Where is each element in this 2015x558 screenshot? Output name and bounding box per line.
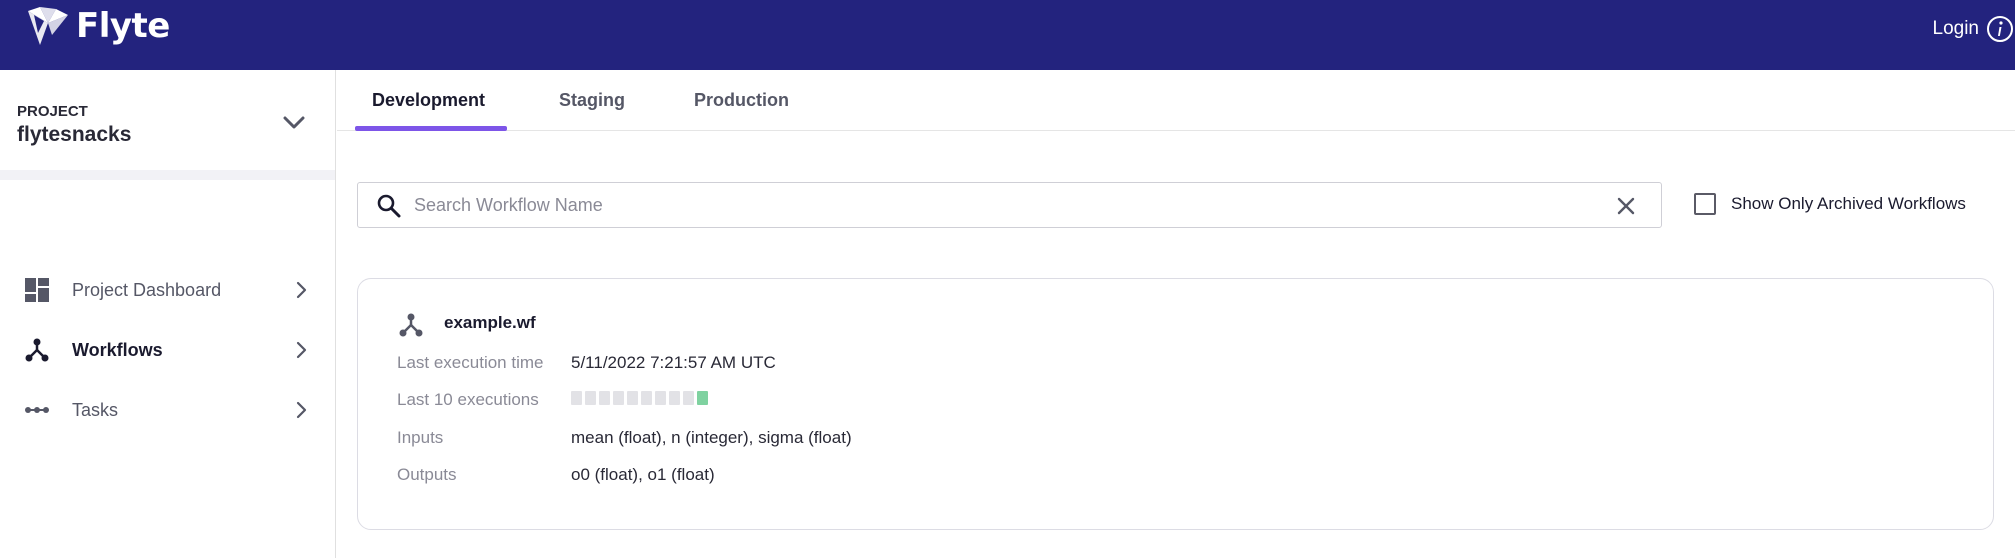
workflow-icon <box>25 338 49 362</box>
flyte-logo[interactable]: Flyte <box>26 5 170 47</box>
last-executions-label: Last 10 executions <box>397 390 539 409</box>
outputs-label: Outputs <box>397 465 457 484</box>
archived-filter[interactable]: Show Only Archived Workflows <box>1694 193 1966 215</box>
execution-history <box>571 391 711 405</box>
inputs-value: mean (float), n (integer), sigma (float) <box>571 428 852 447</box>
sidebar-item-project-dashboard[interactable]: Project Dashboard <box>0 260 335 320</box>
workflow-card[interactable]: example.wf Last execution time 5/11/2022… <box>357 278 1994 530</box>
chevron-down-icon[interactable] <box>281 110 307 136</box>
inputs-label: Inputs <box>397 428 444 447</box>
execution-status-bar <box>585 391 596 405</box>
archived-checkbox[interactable] <box>1694 193 1716 215</box>
sidebar-item-tasks[interactable]: Tasks <box>0 380 335 440</box>
sidebar-item-label: Tasks <box>72 399 119 420</box>
sidebar: PROJECT flytesnacks Project Dashboard Wo… <box>0 70 336 558</box>
archived-checkbox-label: Show Only Archived Workflows <box>1731 194 1966 213</box>
top-navigation-bar: Flyte Login <box>0 0 2015 70</box>
project-name: flytesnacks <box>17 123 132 146</box>
info-icon <box>1987 16 2013 42</box>
search-icon <box>377 194 401 218</box>
close-icon[interactable] <box>1613 193 1639 219</box>
login-button[interactable]: Login <box>1933 14 2015 44</box>
domain-tabs: Development Staging Production <box>337 70 2015 131</box>
execution-status-bar <box>655 391 666 405</box>
project-label: PROJECT <box>17 103 88 120</box>
workflow-icon <box>399 313 423 337</box>
chevron-right-icon <box>296 341 307 359</box>
project-selector[interactable]: PROJECT flytesnacks <box>0 70 335 180</box>
execution-status-bar <box>613 391 624 405</box>
execution-status-bar <box>669 391 680 405</box>
outputs-value: o0 (float), o1 (float) <box>571 465 715 484</box>
brand-name: Flyte <box>76 6 170 46</box>
execution-status-bar <box>641 391 652 405</box>
tab-staging[interactable]: Staging <box>559 90 625 111</box>
dashboard-icon <box>25 278 49 302</box>
chevron-right-icon <box>296 281 307 299</box>
chevron-right-icon <box>296 401 307 419</box>
workflow-name[interactable]: example.wf <box>444 313 536 333</box>
last-execution-label: Last execution time <box>397 353 544 372</box>
execution-status-bar <box>599 391 610 405</box>
sidebar-item-label: Project Dashboard <box>72 279 222 300</box>
active-tab-indicator <box>355 126 507 131</box>
last-execution-value: 5/11/2022 7:21:57 AM UTC <box>571 353 776 372</box>
sidebar-item-label: Workflows <box>72 339 163 360</box>
execution-status-bar <box>683 391 694 405</box>
tasks-icon <box>25 407 49 413</box>
sidebar-item-workflows[interactable]: Workflows <box>0 320 335 380</box>
flyte-logo-icon <box>28 7 68 45</box>
execution-status-bar <box>627 391 638 405</box>
execution-status-bar <box>571 391 582 405</box>
tab-production[interactable]: Production <box>694 90 789 111</box>
login-label: Login <box>1932 18 1980 39</box>
search-box <box>357 182 1662 228</box>
tab-development[interactable]: Development <box>372 90 485 111</box>
execution-status-bar[interactable] <box>697 391 708 405</box>
search-input[interactable] <box>414 191 1574 219</box>
